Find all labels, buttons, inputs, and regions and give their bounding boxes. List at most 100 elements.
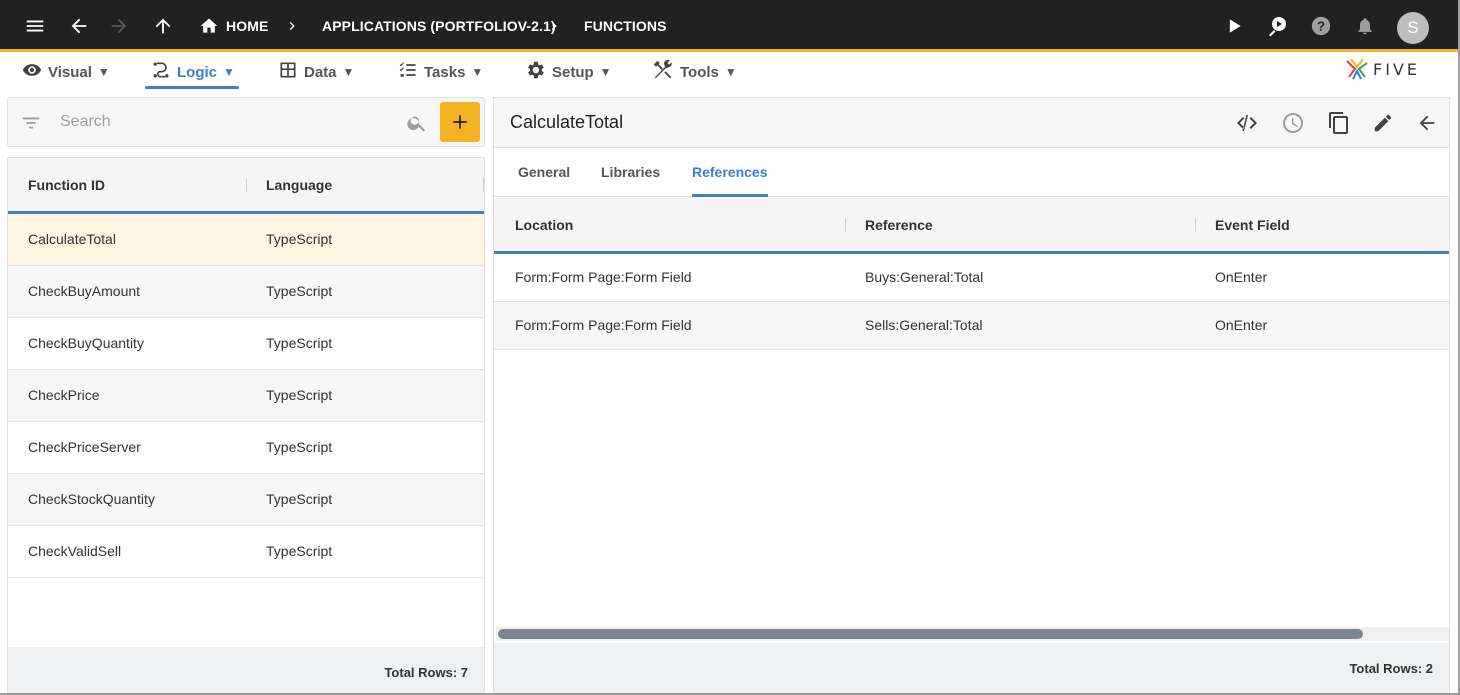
function-id-cell: CheckStockQuantity (28, 491, 155, 507)
table-row[interactable]: Form:Form Page:Form Field Buys:General:T… (494, 254, 1449, 302)
home-icon[interactable] (198, 0, 220, 52)
language-cell: TypeScript (266, 231, 333, 247)
menu-tools[interactable]: Tools ▼ (652, 55, 737, 89)
list-item[interactable]: CheckPrice TypeScript (8, 370, 484, 422)
menu-data[interactable]: Data ▼ (278, 55, 354, 89)
table-row[interactable]: Form:Form Page:Form Field Sells:General:… (494, 302, 1449, 350)
breadcrumb-home[interactable]: HOME (226, 0, 268, 52)
event-field-cell: OnEnter (1215, 269, 1268, 285)
list-header: Function ID Language (8, 158, 484, 214)
reference-cell: Buys:General:Total (865, 269, 984, 285)
history-icon[interactable] (1281, 111, 1305, 135)
detail-panel: CalculateTotal General Libraries Referen… (493, 97, 1450, 693)
language-cell: TypeScript (266, 283, 333, 299)
page-title: CalculateTotal (510, 112, 624, 132)
search-input[interactable]: Search (60, 113, 111, 131)
location-cell: Form:Form Page:Form Field (515, 269, 692, 285)
column-header-location[interactable]: Location (515, 217, 573, 233)
five-logo-text: FIVE (1373, 59, 1420, 79)
functions-list: Function ID Language CalculateTotal Type… (7, 157, 485, 693)
back-arrow-icon[interactable] (64, 0, 94, 52)
menu-data-label: Data (304, 63, 337, 81)
column-header-function-id[interactable]: Function ID (28, 177, 105, 193)
menu-tasks[interactable]: Tasks ▼ (398, 55, 483, 89)
dropdown-caret-icon: ▼ (724, 65, 737, 79)
list-item[interactable]: CheckValidSell TypeScript (8, 526, 484, 578)
function-id-cell: CheckBuyQuantity (28, 335, 144, 351)
menu-visual[interactable]: Visual ▼ (22, 55, 110, 89)
list-item[interactable]: CalculateTotal TypeScript (8, 214, 484, 266)
column-header-reference[interactable]: Reference (865, 217, 933, 233)
active-tab-indicator (692, 194, 768, 197)
horizontal-scrollbar[interactable] (496, 627, 1449, 641)
menu-setup-label: Setup (552, 63, 594, 81)
dropdown-caret-icon: ▼ (342, 65, 355, 79)
menu-bar: Visual ▼ Logic ▼ Data ▼ Tasks ▼ Setup ▼ … (0, 55, 1458, 91)
function-id-cell: CheckBuyAmount (28, 283, 141, 299)
help-icon[interactable]: ? (1309, 0, 1333, 52)
filter-icon[interactable] (20, 112, 42, 139)
menu-icon[interactable] (20, 0, 50, 52)
tab-references[interactable]: References (692, 164, 768, 180)
back-arrow-icon[interactable] (1415, 111, 1439, 135)
column-divider[interactable] (246, 178, 247, 192)
avatar[interactable]: S (1397, 12, 1429, 44)
menu-logic-label: Logic (177, 63, 217, 81)
references-grid-header: Location Reference Event Field (494, 198, 1449, 254)
column-divider[interactable] (1195, 218, 1196, 232)
dropdown-caret-icon: ▼ (97, 65, 110, 79)
chevron-right-icon (546, 0, 562, 52)
add-button[interactable] (440, 102, 480, 142)
active-menu-indicator (145, 86, 239, 89)
breadcrumb-functions[interactable]: FUNCTIONS (584, 0, 667, 52)
menu-logic[interactable]: Logic ▼ (151, 55, 235, 89)
list-item[interactable]: CheckBuyQuantity TypeScript (8, 318, 484, 370)
play-icon[interactable] (1222, 0, 1246, 52)
language-cell: TypeScript (266, 543, 333, 559)
column-divider[interactable] (845, 218, 846, 232)
table-icon (278, 60, 298, 84)
forward-arrow-icon[interactable] (104, 0, 134, 52)
function-id-cell: CalculateTotal (28, 231, 116, 247)
edit-icon[interactable] (1371, 111, 1395, 135)
detail-header: CalculateTotal (494, 98, 1449, 148)
scrollbar-thumb[interactable] (498, 629, 1363, 639)
menu-setup[interactable]: Setup ▼ (524, 55, 612, 89)
column-divider[interactable] (483, 178, 484, 192)
svg-text:?: ? (1317, 19, 1325, 34)
tab-libraries[interactable]: Libraries (601, 164, 660, 180)
search-icon[interactable] (406, 112, 428, 139)
function-id-cell: CheckValidSell (28, 543, 122, 559)
bell-icon[interactable] (1353, 0, 1377, 52)
checklist-icon (398, 60, 418, 84)
dropdown-caret-icon: ▼ (599, 65, 612, 79)
reference-cell: Sells:General:Total (865, 317, 983, 333)
language-cell: TypeScript (266, 491, 333, 507)
tab-bar: General Libraries References (494, 148, 1449, 197)
tab-general[interactable]: General (518, 164, 570, 180)
function-id-cell: CheckPriceServer (28, 439, 141, 455)
search-play-icon[interactable] (1264, 0, 1290, 52)
breadcrumb-applications[interactable]: APPLICATIONS (PORTFOLIOV-2.1) (322, 0, 556, 52)
gear-icon (524, 59, 546, 85)
five-logo: FIVE (1345, 57, 1420, 81)
chevron-right-icon (284, 0, 300, 52)
list-item[interactable]: CheckStockQuantity TypeScript (8, 474, 484, 526)
menu-visual-label: Visual (48, 63, 92, 81)
list-item[interactable]: CheckBuyAmount TypeScript (8, 266, 484, 318)
dropdown-caret-icon: ▼ (471, 65, 484, 79)
up-arrow-icon[interactable] (148, 0, 178, 52)
column-header-event-field[interactable]: Event Field (1215, 217, 1290, 233)
copy-icon[interactable] (1327, 111, 1351, 135)
search-bar: Search (7, 97, 485, 147)
language-cell: TypeScript (266, 439, 333, 455)
function-id-cell: CheckPrice (28, 387, 100, 403)
references-footer: Total Rows: 2 (494, 643, 1449, 693)
language-cell: TypeScript (266, 335, 333, 351)
list-item[interactable]: CheckPriceServer TypeScript (8, 422, 484, 474)
column-header-language[interactable]: Language (266, 177, 332, 193)
eye-icon (22, 60, 42, 84)
total-rows-label: Total Rows: 2 (1349, 661, 1433, 676)
list-footer: Total Rows: 7 (8, 647, 484, 693)
code-icon[interactable] (1235, 111, 1259, 135)
